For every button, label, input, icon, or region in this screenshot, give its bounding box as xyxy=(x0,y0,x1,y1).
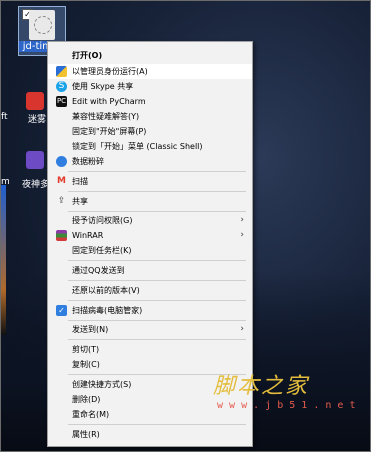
menu-separator xyxy=(68,320,246,321)
menu-item-data-shred[interactable]: 数据粉碎 xyxy=(48,154,252,169)
menu-item-edit-pycharm[interactable]: PC Edit with PyCharm xyxy=(48,94,252,109)
desktop-icon-label: ft xyxy=(1,112,8,122)
antivirus-icon: ✓ xyxy=(56,305,67,316)
desktop-icon-label: m xyxy=(1,177,10,187)
menu-separator xyxy=(68,339,246,340)
pycharm-icon: PC xyxy=(56,96,67,107)
menu-separator xyxy=(68,260,246,261)
menu-item-send-to[interactable]: 发送到(N) › xyxy=(48,322,252,337)
watermark-title: 脚本之家 xyxy=(213,374,310,399)
menu-item-pin-taskbar[interactable]: 固定到任务栏(K) xyxy=(48,243,252,258)
desktop-icon-label: 迷雾 xyxy=(28,115,47,125)
shield-icon xyxy=(56,66,67,77)
menu-item-run-as-admin[interactable]: 以管理员身份运行(A) xyxy=(48,64,252,79)
menu-item-pin-start-screen[interactable]: 固定到"开始"屏幕(P) xyxy=(48,124,252,139)
desktop-app-icon[interactable] xyxy=(26,92,44,110)
menu-item-open[interactable]: 打开(O) xyxy=(48,48,252,63)
menu-item-restore-versions[interactable]: 还原以前的版本(V) xyxy=(48,283,252,298)
menu-item-scan[interactable]: M 扫描 xyxy=(48,174,252,189)
shred-icon xyxy=(56,156,67,167)
menu-separator xyxy=(68,211,246,212)
menu-item-properties[interactable]: 属性(R) xyxy=(48,427,252,442)
file-thumbnail-icon xyxy=(29,10,55,40)
menu-separator xyxy=(68,171,246,172)
menu-item-skype-share[interactable]: S 使用 Skype 共享 xyxy=(48,79,252,94)
site-watermark: 脚本之家 w w w . j b 5 1 . n e t xyxy=(213,368,363,428)
menu-item-share[interactable]: ⇪ 共享 xyxy=(48,194,252,209)
skype-icon: S xyxy=(56,81,67,92)
menu-item-pin-classic-shell[interactable]: 锁定到「开始」菜单 (Classic Shell) xyxy=(48,139,252,154)
menu-item-cut[interactable]: 剪切(T) xyxy=(48,342,252,357)
menu-item-compatibility[interactable]: 兼容性疑难解答(Y) xyxy=(48,109,252,124)
submenu-arrow-icon: › xyxy=(240,324,244,334)
menu-separator xyxy=(68,300,246,301)
winrar-icon xyxy=(56,230,67,241)
scan-icon: M xyxy=(57,176,66,186)
share-icon: ⇪ xyxy=(57,196,66,206)
menu-separator xyxy=(68,280,246,281)
menu-item-grant-access[interactable]: 授予访问权限(G) › xyxy=(48,213,252,228)
watermark-url: w w w . j b 5 1 . n e t xyxy=(217,400,356,411)
submenu-arrow-icon: › xyxy=(240,230,244,240)
desktop-background: ✓ jd-time. ft 迷雾 m 夜神多开 打开(O) 以管理员身份运行(A… xyxy=(0,0,371,452)
nox-app-icon[interactable] xyxy=(26,151,44,169)
wallpaper-edge xyxy=(0,185,6,335)
menu-item-send-via-qq[interactable]: 通过QQ发送到 xyxy=(48,263,252,278)
menu-separator xyxy=(68,191,246,192)
menu-item-virus-scan[interactable]: ✓ 扫描病毒(电脑管家) xyxy=(48,303,252,318)
submenu-arrow-icon: › xyxy=(240,215,244,225)
menu-item-winrar[interactable]: WinRAR › xyxy=(48,228,252,243)
